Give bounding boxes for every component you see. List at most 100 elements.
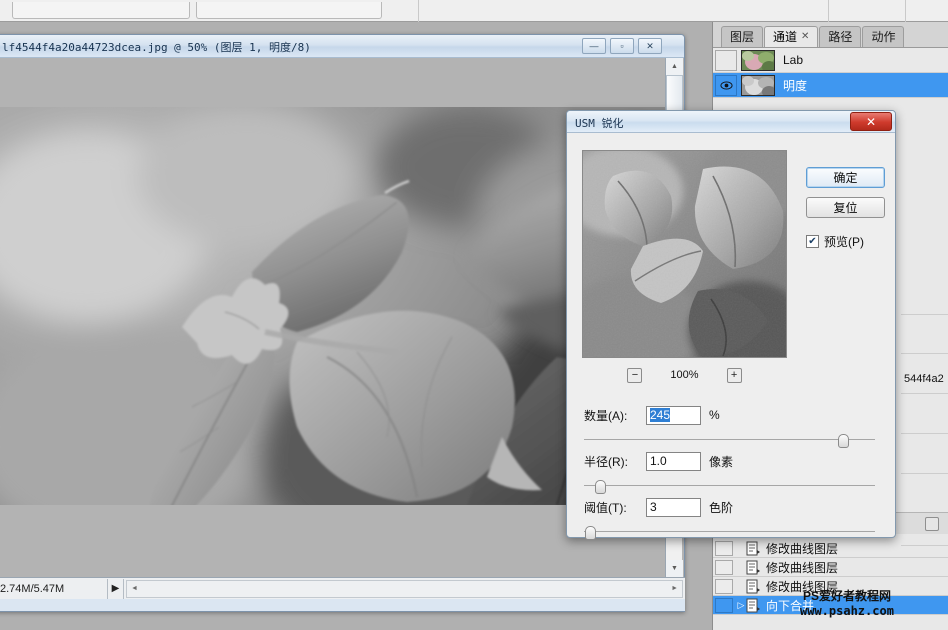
tab-layers-label: 图层 bbox=[730, 30, 755, 44]
close-icon[interactable]: ✕ bbox=[801, 32, 809, 42]
channel-name: Lab bbox=[783, 53, 804, 67]
history-fragment-label: 544f4a2 bbox=[904, 373, 944, 385]
close-icon[interactable]: ✕ bbox=[850, 112, 892, 131]
scroll-left-icon[interactable]: ◄ bbox=[127, 585, 142, 592]
threshold-unit: 色阶 bbox=[709, 500, 734, 515]
history-label: 向下合并 bbox=[766, 598, 815, 613]
options-field-1[interactable] bbox=[12, 2, 190, 19]
list-item[interactable]: 修改曲线图层 bbox=[713, 577, 948, 596]
action-step-icon bbox=[746, 541, 760, 556]
preview-checkbox[interactable]: ✔ bbox=[806, 235, 819, 248]
expand-arrow-icon[interactable]: ▷ bbox=[736, 600, 746, 611]
history-toggle[interactable] bbox=[715, 559, 733, 575]
dialog-body: − 100% + 确定 复位 ✔ 预览(P) 数量(A): 245 % 半径(R… bbox=[567, 133, 895, 540]
tab-paths-label: 路径 bbox=[828, 30, 853, 44]
usm-sharpen-dialog: USM 锐化 ✕ − 100% + 确定 复位 ✔ 预览(P) 数量(A): 2… bbox=[566, 110, 896, 540]
tab-actions[interactable]: 动作 bbox=[862, 26, 905, 47]
zoom-level-label: 100% bbox=[670, 369, 699, 381]
action-step-icon bbox=[746, 579, 760, 594]
restore-button[interactable]: ▫ bbox=[610, 38, 634, 54]
document-bottom-edge bbox=[0, 599, 685, 611]
scroll-down-icon[interactable]: ▼ bbox=[666, 560, 683, 577]
dialog-title: USM 锐化 bbox=[575, 117, 624, 130]
amount-field-group: 数量(A): 245 % bbox=[584, 405, 882, 448]
document-status-bar: 2.74M/5.47M ▶ ◄ ► bbox=[0, 577, 685, 599]
zoom-in-button[interactable]: + bbox=[726, 367, 742, 383]
list-divider bbox=[901, 393, 948, 394]
zoom-out-button[interactable]: − bbox=[627, 367, 643, 383]
slider-thumb[interactable] bbox=[595, 480, 606, 494]
preview-zoom-controls: − 100% + bbox=[582, 365, 787, 385]
visibility-toggle[interactable] bbox=[715, 49, 737, 71]
preview-checkbox-row[interactable]: ✔ 预览(P) bbox=[806, 233, 864, 250]
channel-thumbnail bbox=[741, 49, 775, 71]
list-divider bbox=[901, 314, 948, 315]
history-label: 修改曲线图层 bbox=[766, 579, 839, 594]
threshold-input[interactable]: 3 bbox=[646, 497, 701, 517]
amount-label: 数量(A): bbox=[584, 408, 628, 423]
history-label: 修改曲线图层 bbox=[766, 560, 839, 575]
radius-value: 1.0 bbox=[650, 453, 667, 468]
reset-button[interactable]: 复位 bbox=[806, 197, 885, 218]
channel-row-lab[interactable]: Lab bbox=[713, 48, 948, 73]
history-toggle[interactable] bbox=[715, 597, 733, 613]
radius-input[interactable]: 1.0 bbox=[646, 451, 701, 471]
document-title-bar[interactable]: lf4544f4a20a44723dcea.jpg @ 50% (图层 1, 明… bbox=[0, 35, 684, 58]
tab-layers[interactable]: 图层 bbox=[721, 26, 764, 47]
action-step-icon bbox=[746, 598, 760, 613]
minimize-button[interactable]: — bbox=[582, 38, 606, 54]
slider-track bbox=[584, 485, 875, 486]
scroll-right-icon[interactable]: ► bbox=[667, 585, 682, 592]
radius-unit: 像素 bbox=[709, 454, 734, 469]
tab-paths[interactable]: 路径 bbox=[819, 26, 862, 47]
radius-field-group: 半径(R): 1.0 像素 bbox=[584, 451, 882, 494]
action-step-icon bbox=[746, 560, 760, 575]
eye-icon bbox=[719, 80, 733, 90]
amount-unit: % bbox=[709, 408, 720, 422]
threshold-label: 阈值(T): bbox=[584, 500, 627, 515]
options-divider-2 bbox=[828, 0, 829, 22]
slider-thumb[interactable] bbox=[585, 526, 596, 540]
threshold-field-group: 阈值(T): 3 色阶 bbox=[584, 497, 882, 540]
slider-thumb[interactable] bbox=[838, 434, 849, 448]
options-field-2[interactable] bbox=[196, 2, 382, 19]
photoshop-window: lf4544f4a20a44723dcea.jpg @ 50% (图层 1, 明… bbox=[0, 0, 948, 630]
options-divider-1 bbox=[418, 0, 419, 22]
visibility-toggle[interactable] bbox=[715, 74, 737, 96]
list-item[interactable]: ▷ 向下合并 bbox=[713, 596, 948, 615]
panel-tab-bar: 图层 通道 ✕ 路径 动作 bbox=[713, 22, 948, 48]
list-divider bbox=[901, 433, 948, 434]
document-title-text: lf4544f4a20a44723dcea.jpg @ 50% (图层 1, 明… bbox=[2, 41, 311, 54]
list-divider bbox=[901, 473, 948, 474]
dialog-title-bar[interactable]: USM 锐化 ✕ bbox=[567, 111, 895, 133]
history-toggle[interactable] bbox=[715, 578, 733, 594]
tab-channels[interactable]: 通道 ✕ bbox=[764, 26, 819, 47]
canvas-horizontal-scrollbar[interactable]: ◄ ► bbox=[126, 579, 683, 598]
radius-label: 半径(R): bbox=[584, 454, 628, 469]
threshold-value: 3 bbox=[650, 499, 657, 514]
preview-checkbox-label: 预览(P) bbox=[824, 235, 864, 249]
dialog-preview-image[interactable] bbox=[582, 150, 787, 358]
status-menu-icon[interactable]: ▶ bbox=[108, 578, 124, 599]
channel-name: 明度 bbox=[783, 78, 808, 93]
list-divider bbox=[901, 353, 948, 354]
amount-slider[interactable] bbox=[584, 434, 875, 448]
threshold-slider[interactable] bbox=[584, 526, 875, 540]
ok-button[interactable]: 确定 bbox=[806, 167, 885, 188]
history-toggle[interactable] bbox=[715, 540, 733, 556]
window-controls: — ▫ ✕ bbox=[582, 38, 662, 54]
channel-row-lightness[interactable]: 明度 bbox=[713, 73, 948, 98]
panel-button-record-icon[interactable] bbox=[925, 516, 939, 531]
amount-value: 245 bbox=[650, 407, 671, 422]
list-item[interactable]: 修改曲线图层 bbox=[713, 558, 948, 577]
channel-list: Lab 明度 bbox=[713, 48, 948, 98]
slider-track bbox=[584, 531, 875, 532]
list-item[interactable]: 修改曲线图层 bbox=[713, 539, 948, 558]
amount-input[interactable]: 245 bbox=[646, 405, 701, 425]
tab-channels-label: 通道 bbox=[773, 30, 798, 44]
history-row-fragment[interactable]: 544f4a2 bbox=[901, 373, 948, 385]
slider-track bbox=[584, 439, 875, 440]
radius-slider[interactable] bbox=[584, 480, 875, 494]
close-icon[interactable]: ✕ bbox=[638, 38, 662, 54]
scroll-up-icon[interactable]: ▲ bbox=[666, 58, 683, 75]
